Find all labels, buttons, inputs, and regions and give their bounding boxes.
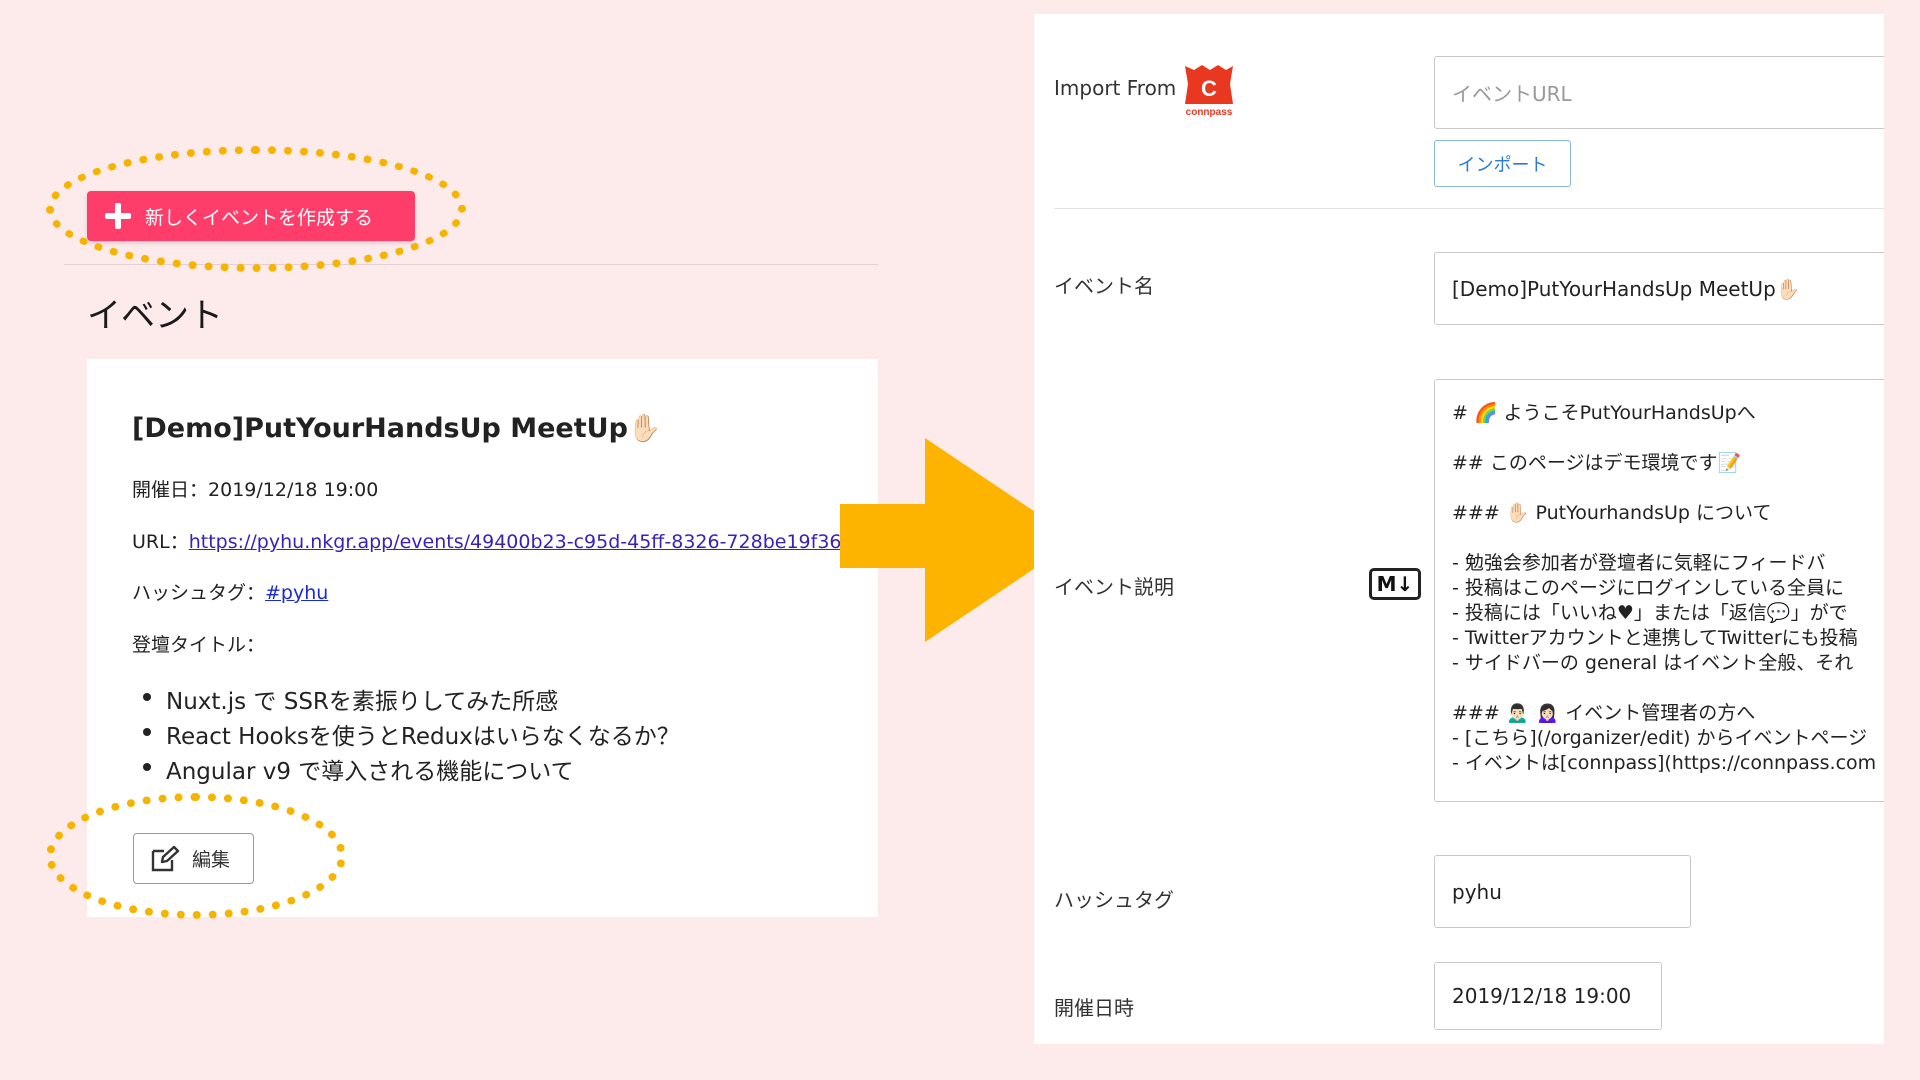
event-date: 開催日：2019/12/18 19:00 xyxy=(132,475,378,502)
svg-text:C: C xyxy=(1201,76,1217,101)
talk-list: Nuxt.js で SSRを素振りしてみた所感 React Hooksを使うとR… xyxy=(132,682,680,787)
list-item: React Hooksを使うとReduxはいらなくなるか？ xyxy=(132,717,680,752)
form-divider xyxy=(1054,208,1884,209)
description-line: ### ✋🏻 PutYourhandsUp について xyxy=(1452,502,1772,524)
hashtag-input[interactable]: pyhu xyxy=(1434,855,1691,928)
hashtag-label: ハッシュタグ xyxy=(1054,888,1174,912)
event-description-label: イベント説明 xyxy=(1054,575,1174,599)
datetime-input[interactable]: 2019/12/18 19:00 xyxy=(1434,962,1662,1030)
description-line: - 投稿には「いいね♥」または「返信💬」がで xyxy=(1452,602,1848,624)
talks-label: 登壇タイトル： xyxy=(132,634,266,656)
description-line: - 勉強会参加者が登壇者に気軽にフィードバ xyxy=(1452,552,1826,574)
datetime-label: 開催日時 xyxy=(1054,996,1134,1020)
description-line xyxy=(1452,476,1884,501)
connpass-logo-text: connpass xyxy=(1186,107,1233,118)
event-date-label: 開催日： xyxy=(132,479,209,501)
import-from-label: Import From xyxy=(1054,76,1177,100)
section-heading: イベント xyxy=(87,296,223,336)
event-hashtag-label: ハッシュタグ： xyxy=(132,582,266,604)
description-line: ## このページはデモ環境です📝 xyxy=(1452,452,1742,474)
description-line: - 投稿はこのページにログインしている全員に xyxy=(1452,577,1844,599)
description-line xyxy=(1452,526,1884,551)
highlight-oval xyxy=(46,146,466,272)
description-line: # 🌈 ようこそPutYourHandsUpへ xyxy=(1452,402,1756,424)
event-name-label: イベント名 xyxy=(1054,274,1154,298)
event-url: URL：https://pyhu.nkgr.app/events/49400b2… xyxy=(132,527,865,554)
event-description-textarea[interactable]: # 🌈 ようこそPutYourHandsUpへ ## このページはデモ環境です📝… xyxy=(1434,379,1884,802)
event-hashtag-link[interactable]: #pyhu xyxy=(265,582,328,604)
description-line: - Twitterアカウントと連携してTwitterにも投稿 xyxy=(1452,627,1858,649)
event-form: Import From C connpass イベントURL インポート イベン… xyxy=(1034,14,1884,1044)
event-date-value: 2019/12/18 19:00 xyxy=(208,479,379,501)
highlight-oval xyxy=(46,793,346,919)
description-line: - サイドバーの general はイベント全般、それ xyxy=(1452,652,1854,674)
description-line: - [こちら](/organizer/edit) からイベントページ xyxy=(1452,727,1868,749)
description-line: ### 🙍🏻‍♂️ 🙍🏻‍♀️ イベント管理者の方へ xyxy=(1452,702,1756,724)
event-name-input[interactable]: [Demo]PutYourHandsUp MeetUp✋🏻 xyxy=(1434,252,1884,325)
event-hashtag: ハッシュタグ：#pyhu xyxy=(132,578,328,605)
event-title: [Demo]PutYourHandsUp MeetUp✋🏻 xyxy=(132,413,662,444)
list-item: Angular v9 で導入される機能について xyxy=(132,752,680,787)
list-item: Nuxt.js で SSRを素振りしてみた所感 xyxy=(132,682,680,717)
description-line xyxy=(1452,426,1884,451)
event-url-label: URL： xyxy=(132,531,189,553)
markdown-icon: M↓ xyxy=(1369,568,1421,600)
connpass-logo: C connpass xyxy=(1185,65,1233,118)
event-url-link[interactable]: https://pyhu.nkgr.app/events/49400b23-c9… xyxy=(189,531,866,553)
import-button[interactable]: インポート xyxy=(1434,140,1571,187)
event-url-input[interactable]: イベントURL xyxy=(1434,56,1884,129)
description-line: - イベントは[connpass](https://connpass.com xyxy=(1452,752,1877,774)
description-line xyxy=(1452,676,1884,701)
